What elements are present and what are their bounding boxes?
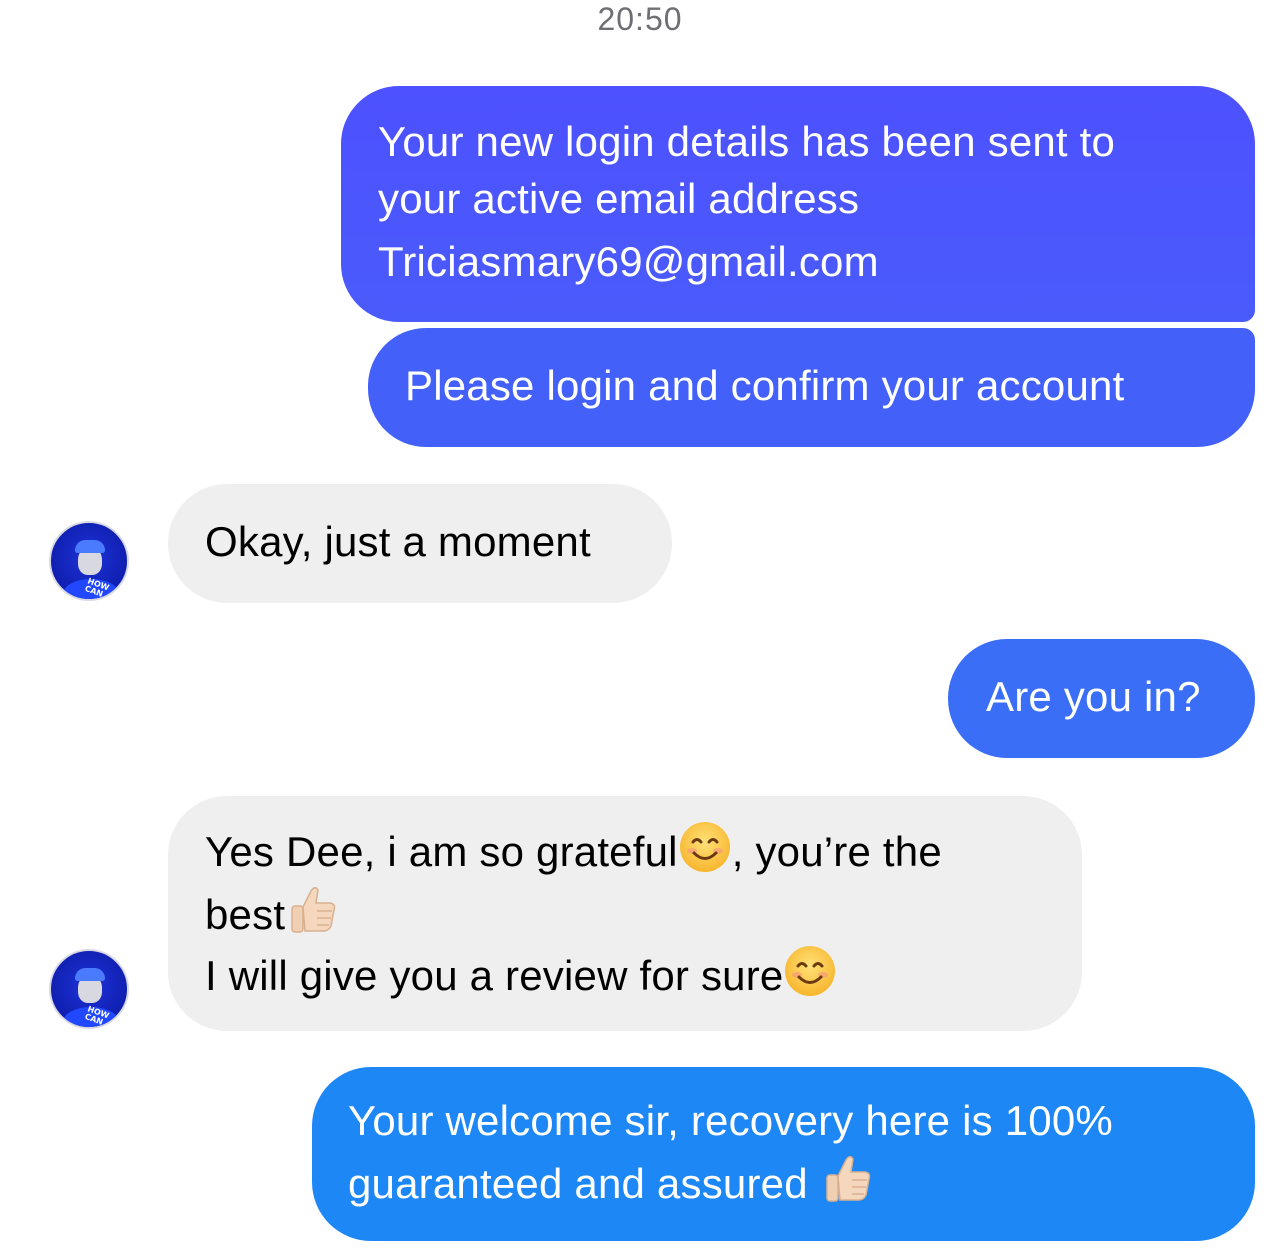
sender-avatar[interactable]: HOW CAN — [49, 949, 129, 1029]
message-text-segment: best — [205, 891, 286, 938]
message-text-segment: , you’re the — [731, 828, 942, 875]
message-text-segment: I will give you a review for sure — [205, 952, 784, 999]
message-text-line: Are you in? — [986, 673, 1201, 720]
message-email-line: Triciasmary69@gmail.com — [378, 238, 879, 285]
thumbs-up-emoji-icon — [291, 887, 336, 933]
message-text-line: Your new login details has been sent to — [378, 118, 1116, 165]
outgoing-message-welcome[interactable]: Your welcome sir, recovery here is 100% … — [312, 1067, 1255, 1241]
incoming-message-grateful[interactable]: Yes Dee, i am so grateful , you’re the be… — [168, 796, 1082, 1031]
message-timestamp: 20:50 — [597, 1, 683, 37]
message-text-line: best — [205, 881, 1052, 944]
sender-avatar[interactable]: HOW CAN — [49, 521, 129, 601]
message-text-line: I will give you a review for sure — [205, 944, 1052, 1005]
message-text-line: Please login and confirm your account — [405, 362, 1125, 409]
message-text-line: Yes Dee, i am so grateful , you’re the — [205, 820, 1052, 881]
message-text-line: guaranteed and assured — [348, 1150, 1225, 1213]
smiling-face-emoji-icon — [785, 946, 836, 996]
message-text-line: Your welcome sir, recovery here is 100% — [348, 1097, 1113, 1144]
outgoing-message-confirm-account[interactable]: Please login and confirm your account — [368, 328, 1255, 447]
thumbs-up-emoji-icon — [825, 1156, 870, 1202]
outgoing-message-are-you-in[interactable]: Are you in? — [948, 639, 1255, 758]
outgoing-message-login-details[interactable]: Your new login details has been sent to … — [341, 86, 1255, 322]
smiling-face-emoji-icon — [679, 822, 730, 872]
message-text-segment: Yes Dee, i am so grateful — [205, 828, 678, 875]
message-text-segment: guaranteed and assured — [348, 1160, 820, 1207]
message-text-line: your active email address — [378, 175, 860, 222]
message-text-line: Okay, just a moment — [205, 518, 591, 565]
incoming-message-okay[interactable]: Okay, just a moment — [168, 484, 672, 603]
